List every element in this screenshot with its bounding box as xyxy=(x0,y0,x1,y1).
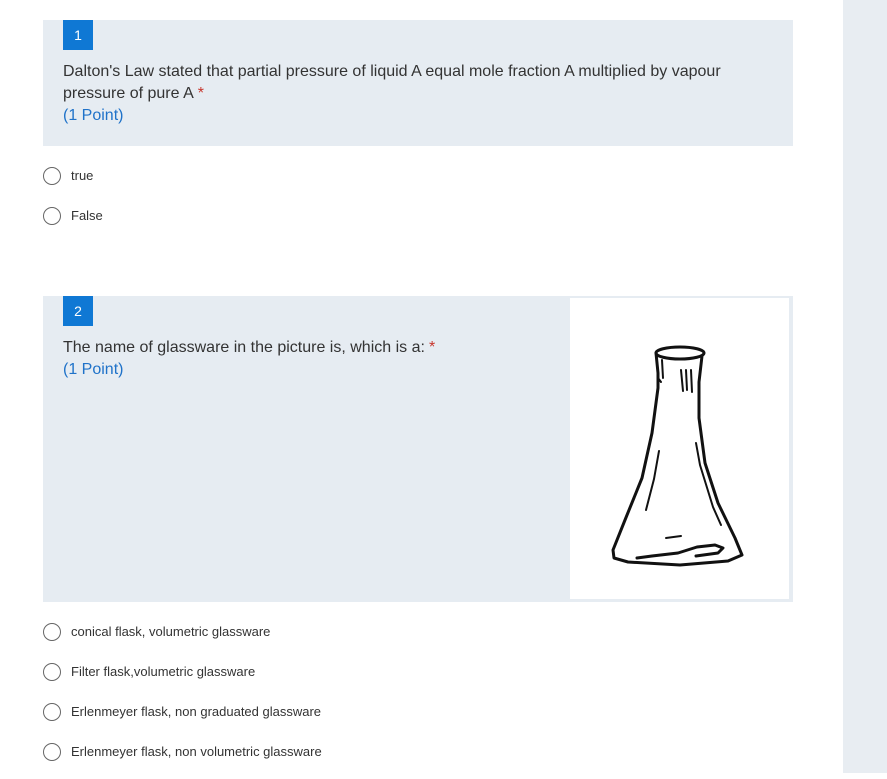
required-marker: * xyxy=(428,339,436,356)
radio-button[interactable] xyxy=(43,663,61,681)
option-label[interactable]: Erlenmeyer flask, non volumetric glasswa… xyxy=(71,739,322,765)
erlenmeyer-flask-icon xyxy=(611,345,744,567)
option-label[interactable]: Erlenmeyer flask, non graduated glasswar… xyxy=(71,699,321,725)
question-text-block: The name of glassware in the picture is,… xyxy=(63,337,533,381)
radio-button[interactable] xyxy=(43,207,61,225)
option-label[interactable]: False xyxy=(71,203,103,229)
required-marker: * xyxy=(197,85,204,102)
radio-button[interactable] xyxy=(43,743,61,761)
question-image xyxy=(570,298,789,599)
question-number-badge: 1 xyxy=(63,20,93,50)
question-number-badge: 2 xyxy=(63,296,93,326)
answer-option[interactable]: true xyxy=(43,163,443,203)
option-label[interactable]: true xyxy=(71,163,93,189)
question-text: The name of glassware in the picture is,… xyxy=(63,339,425,356)
question-text-block: Dalton's Law stated that partial pressur… xyxy=(63,61,783,127)
answer-option[interactable]: Filter flask,volumetric glassware xyxy=(43,659,443,699)
answer-option[interactable]: conical flask, volumetric glassware xyxy=(43,619,443,659)
points-label: (1 Point) xyxy=(63,361,124,378)
points-label: (1 Point) xyxy=(63,107,124,124)
answer-option[interactable]: Erlenmeyer flask, non volumetric glasswa… xyxy=(43,739,443,779)
option-label[interactable]: conical flask, volumetric glassware xyxy=(71,619,270,645)
right-side-panel xyxy=(843,0,887,773)
radio-button[interactable] xyxy=(43,703,61,721)
radio-button[interactable] xyxy=(43,623,61,641)
question-1-options: true False xyxy=(43,163,443,243)
answer-option[interactable]: False xyxy=(43,203,443,243)
radio-button[interactable] xyxy=(43,167,61,185)
question-1-header: 1 Dalton's Law stated that partial press… xyxy=(43,20,793,146)
question-2-options: conical flask, volumetric glassware Filt… xyxy=(43,619,443,779)
option-label[interactable]: Filter flask,volumetric glassware xyxy=(71,659,255,685)
answer-option[interactable]: Erlenmeyer flask, non graduated glasswar… xyxy=(43,699,443,739)
question-text: Dalton's Law stated that partial pressur… xyxy=(63,63,721,102)
question-2-header: 2 The name of glassware in the picture i… xyxy=(43,296,793,602)
